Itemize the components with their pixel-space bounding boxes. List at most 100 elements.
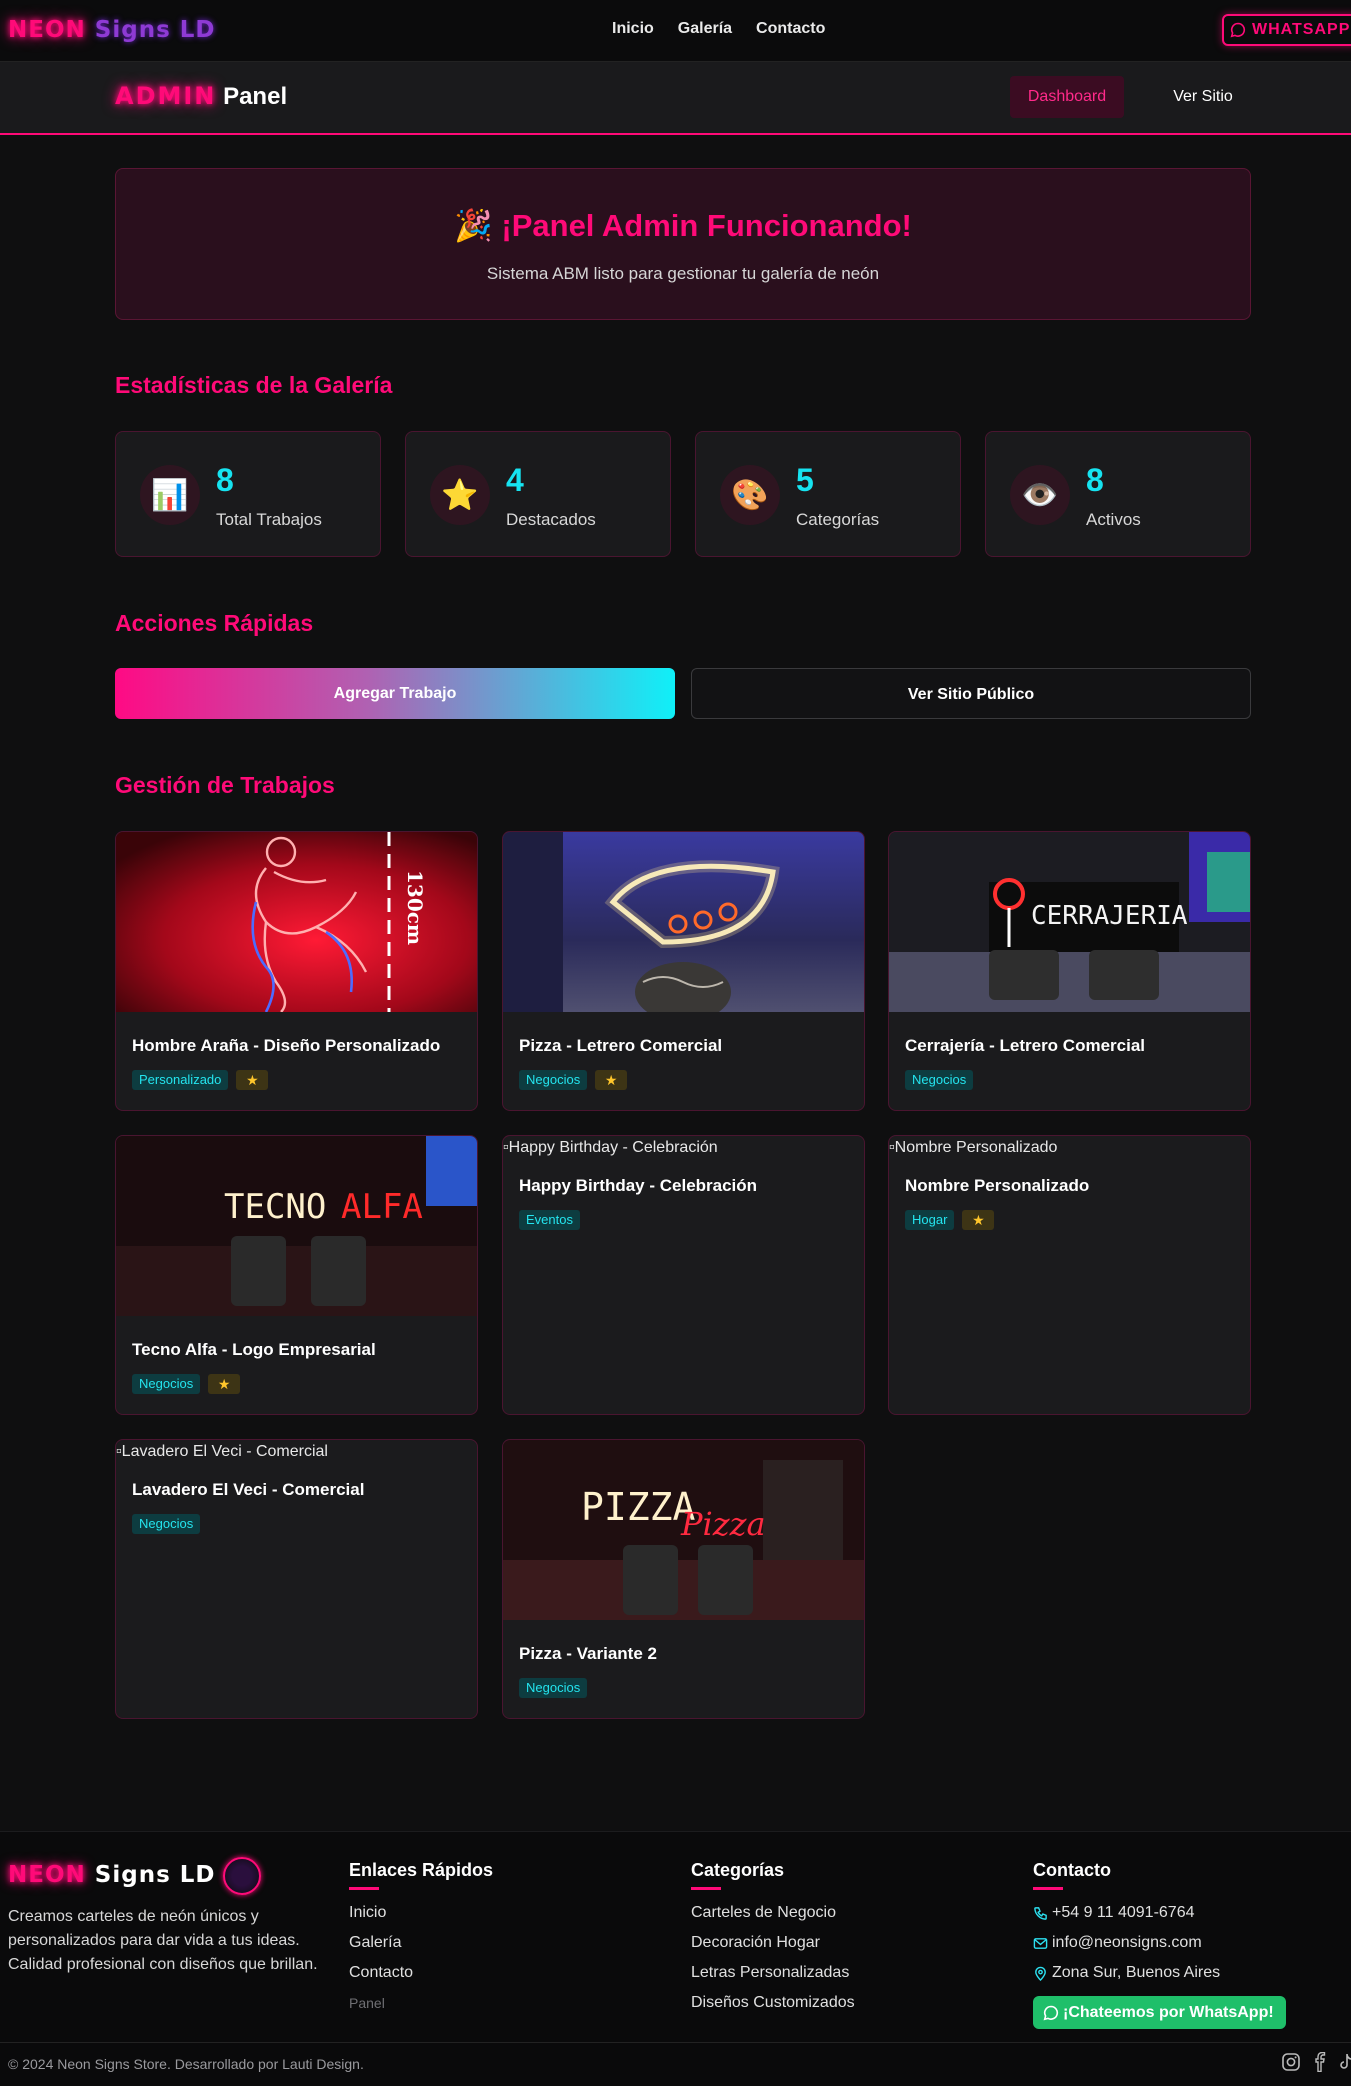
featured-star-icon: ★ [208,1374,241,1394]
job-image: TECNO ALFA [116,1136,477,1316]
chat-bubble-icon [1230,22,1246,43]
footer-brand: NEON Signs LD [8,1862,216,1888]
job-card[interactable]: PIZZA Pizza Pizza - Variante 2 Negocios [502,1439,865,1719]
job-title: Nombre Personalizado [905,1176,1090,1195]
stat-card-categories: 🎨 5 Categorías [695,431,961,557]
footer-links-column: Enlaces Rápidos Inicio Galería Contacto … [349,1860,493,2018]
brand-logo[interactable]: NEON Signs LD [8,17,216,43]
nav-link-galeria[interactable]: Galería [678,20,732,38]
status-banner: 🎉 ¡Panel Admin Funcionando! Sistema ABM … [115,168,1251,320]
job-title: Cerrajería - Letrero Comercial [905,1036,1145,1055]
whatsapp-top-label: WHATSAPP [1252,21,1351,38]
broken-image-alt-text: ▫Happy Birthday - Celebración [503,1139,718,1156]
job-card[interactable]: CERRAJERIA Cerrajería - Letrero Comercia… [888,831,1251,1111]
job-card[interactable]: Pizza - Letrero Comercial Negocios ★ [502,831,865,1111]
stat-value: 4 [506,462,524,498]
stat-label: Destacados [506,510,596,529]
job-image-text: Pizza [680,1505,766,1543]
stats-section-title: Estadísticas de la Galería [115,372,393,398]
tiktok-icon[interactable] [1336,2052,1351,2072]
job-card[interactable]: ▫Happy Birthday - Celebración Happy Birt… [502,1135,865,1415]
footer-category-link[interactable]: Diseños Customizados [691,1988,855,2018]
stat-label: Total Trabajos [216,510,322,529]
footer-category-link[interactable]: Decoración Hogar [691,1928,855,1958]
view-site-button[interactable]: Ver Sitio [1150,76,1256,118]
job-card[interactable]: 130cm Hombre Araña - Diseño Personalizad… [115,831,478,1111]
mail-icon [1033,1937,1048,1949]
title-underline [1033,1887,1063,1890]
job-title: Hombre Araña - Diseño Personalizado [132,1036,441,1055]
dashboard-button[interactable]: Dashboard [1010,76,1124,118]
featured-star-icon: ★ [236,1070,269,1090]
admin-title: ADMIN Panel [115,82,287,111]
banner-title-text: ¡Panel Admin Funcionando! [501,208,912,243]
category-badge: Hogar [905,1210,955,1230]
footer-location: Zona Sur, Buenos Aires [1033,1958,1286,1988]
title-underline [349,1887,379,1890]
admin-header: ADMIN Panel Dashboard Ver Sitio [0,62,1351,135]
job-image: PIZZA Pizza [503,1440,864,1620]
footer-email[interactable]: info@neonsigns.com [1033,1928,1286,1958]
whatsapp-chat-button[interactable]: ¡Chateemos por WhatsApp! [1033,1996,1286,2029]
job-title: Happy Birthday - Celebración [519,1176,758,1195]
job-card[interactable]: TECNO ALFA Tecno Alfa - Logo Empresarial… [115,1135,478,1415]
category-badge: Eventos [519,1210,580,1230]
category-badge: Negocios [905,1070,974,1090]
job-image: 130cm [116,832,477,1012]
map-pin-icon [1035,1966,1046,1981]
whatsapp-top-button[interactable]: WHATSAPP [1222,14,1351,46]
featured-star-icon: ★ [962,1210,995,1230]
job-card[interactable]: ▫Nombre Personalizado Nombre Personaliza… [888,1135,1251,1415]
brand-neon-text: NEON [8,17,86,43]
eye-icon: 👁️ [1010,465,1070,525]
jobs-section-title: Gestión de Trabajos [115,772,335,798]
job-title: Lavadero El Veci - Comercial [132,1480,365,1499]
view-public-site-button[interactable]: Ver Sitio Público [691,668,1251,719]
footer-links-title: Enlaces Rápidos [349,1860,494,1880]
footer-link-inicio[interactable]: Inicio [349,1898,493,1928]
stat-card-total: 📊 8 Total Trabajos [115,431,381,557]
footer-category-link[interactable]: Letras Personalizadas [691,1958,855,1988]
banner-title: 🎉 ¡Panel Admin Funcionando! [116,207,1250,244]
actions-section-title: Acciones Rápidas [115,610,314,636]
stat-label: Activos [1086,510,1141,529]
title-underline [691,1887,721,1890]
featured-star-icon: ★ [595,1070,628,1090]
category-badge: Negocios [519,1678,588,1698]
job-title: Tecno Alfa - Logo Empresarial [132,1340,376,1359]
star-icon: ⭐ [430,465,490,525]
stat-card-active: 👁️ 8 Activos [985,431,1251,557]
category-badge: Negocios [132,1514,201,1534]
admin-title-neon: ADMIN [115,82,217,110]
add-job-button[interactable]: Agregar Trabajo [115,668,675,719]
party-icon: 🎉 [454,208,493,243]
category-badge: Personalizado [132,1070,229,1090]
instagram-icon[interactable] [1281,2052,1301,2072]
category-badge: Negocios [132,1374,201,1394]
footer: NEON Signs LD Creamos carteles de neón ú… [0,1800,1351,2086]
job-card[interactable]: ▫Lavadero El Veci - Comercial Lavadero E… [115,1439,478,1719]
footer-contact-column: Contacto +54 9 11 4091-6764 info@neonsig… [1033,1860,1286,2029]
banner-subtitle: Sistema ABM listo para gestionar tu gale… [486,264,880,283]
stat-card-featured: ⭐ 4 Destacados [405,431,671,557]
bar-chart-icon: 📊 [140,465,200,525]
footer-link-galeria[interactable]: Galería [349,1928,493,1958]
nav-link-inicio[interactable]: Inicio [612,20,654,38]
footer-bottom-divider [0,2042,1351,2043]
palette-icon: 🎨 [720,465,780,525]
facebook-icon[interactable] [1310,2052,1330,2072]
nav-links: Inicio Galería Contacto [612,20,825,38]
stat-value: 8 [216,462,234,498]
footer-description: Creamos carteles de neón únicos y person… [8,1908,318,1973]
footer-phone[interactable]: +54 9 11 4091-6764 [1033,1898,1286,1928]
top-navbar: NEON Signs LD Inicio Galería Contacto WH… [0,0,1351,62]
nav-link-contacto[interactable]: Contacto [756,20,825,38]
footer-link-panel[interactable]: Panel [349,1988,493,2018]
footer-category-link[interactable]: Carteles de Negocio [691,1898,855,1928]
category-badge: Negocios [519,1070,588,1090]
footer-link-contacto[interactable]: Contacto [349,1958,493,1988]
admin-title-panel: Panel [223,83,288,110]
footer-divider [0,1800,1351,1832]
footer-brand-neon: NEON [8,1862,86,1888]
job-image: CERRAJERIA [889,832,1250,1012]
